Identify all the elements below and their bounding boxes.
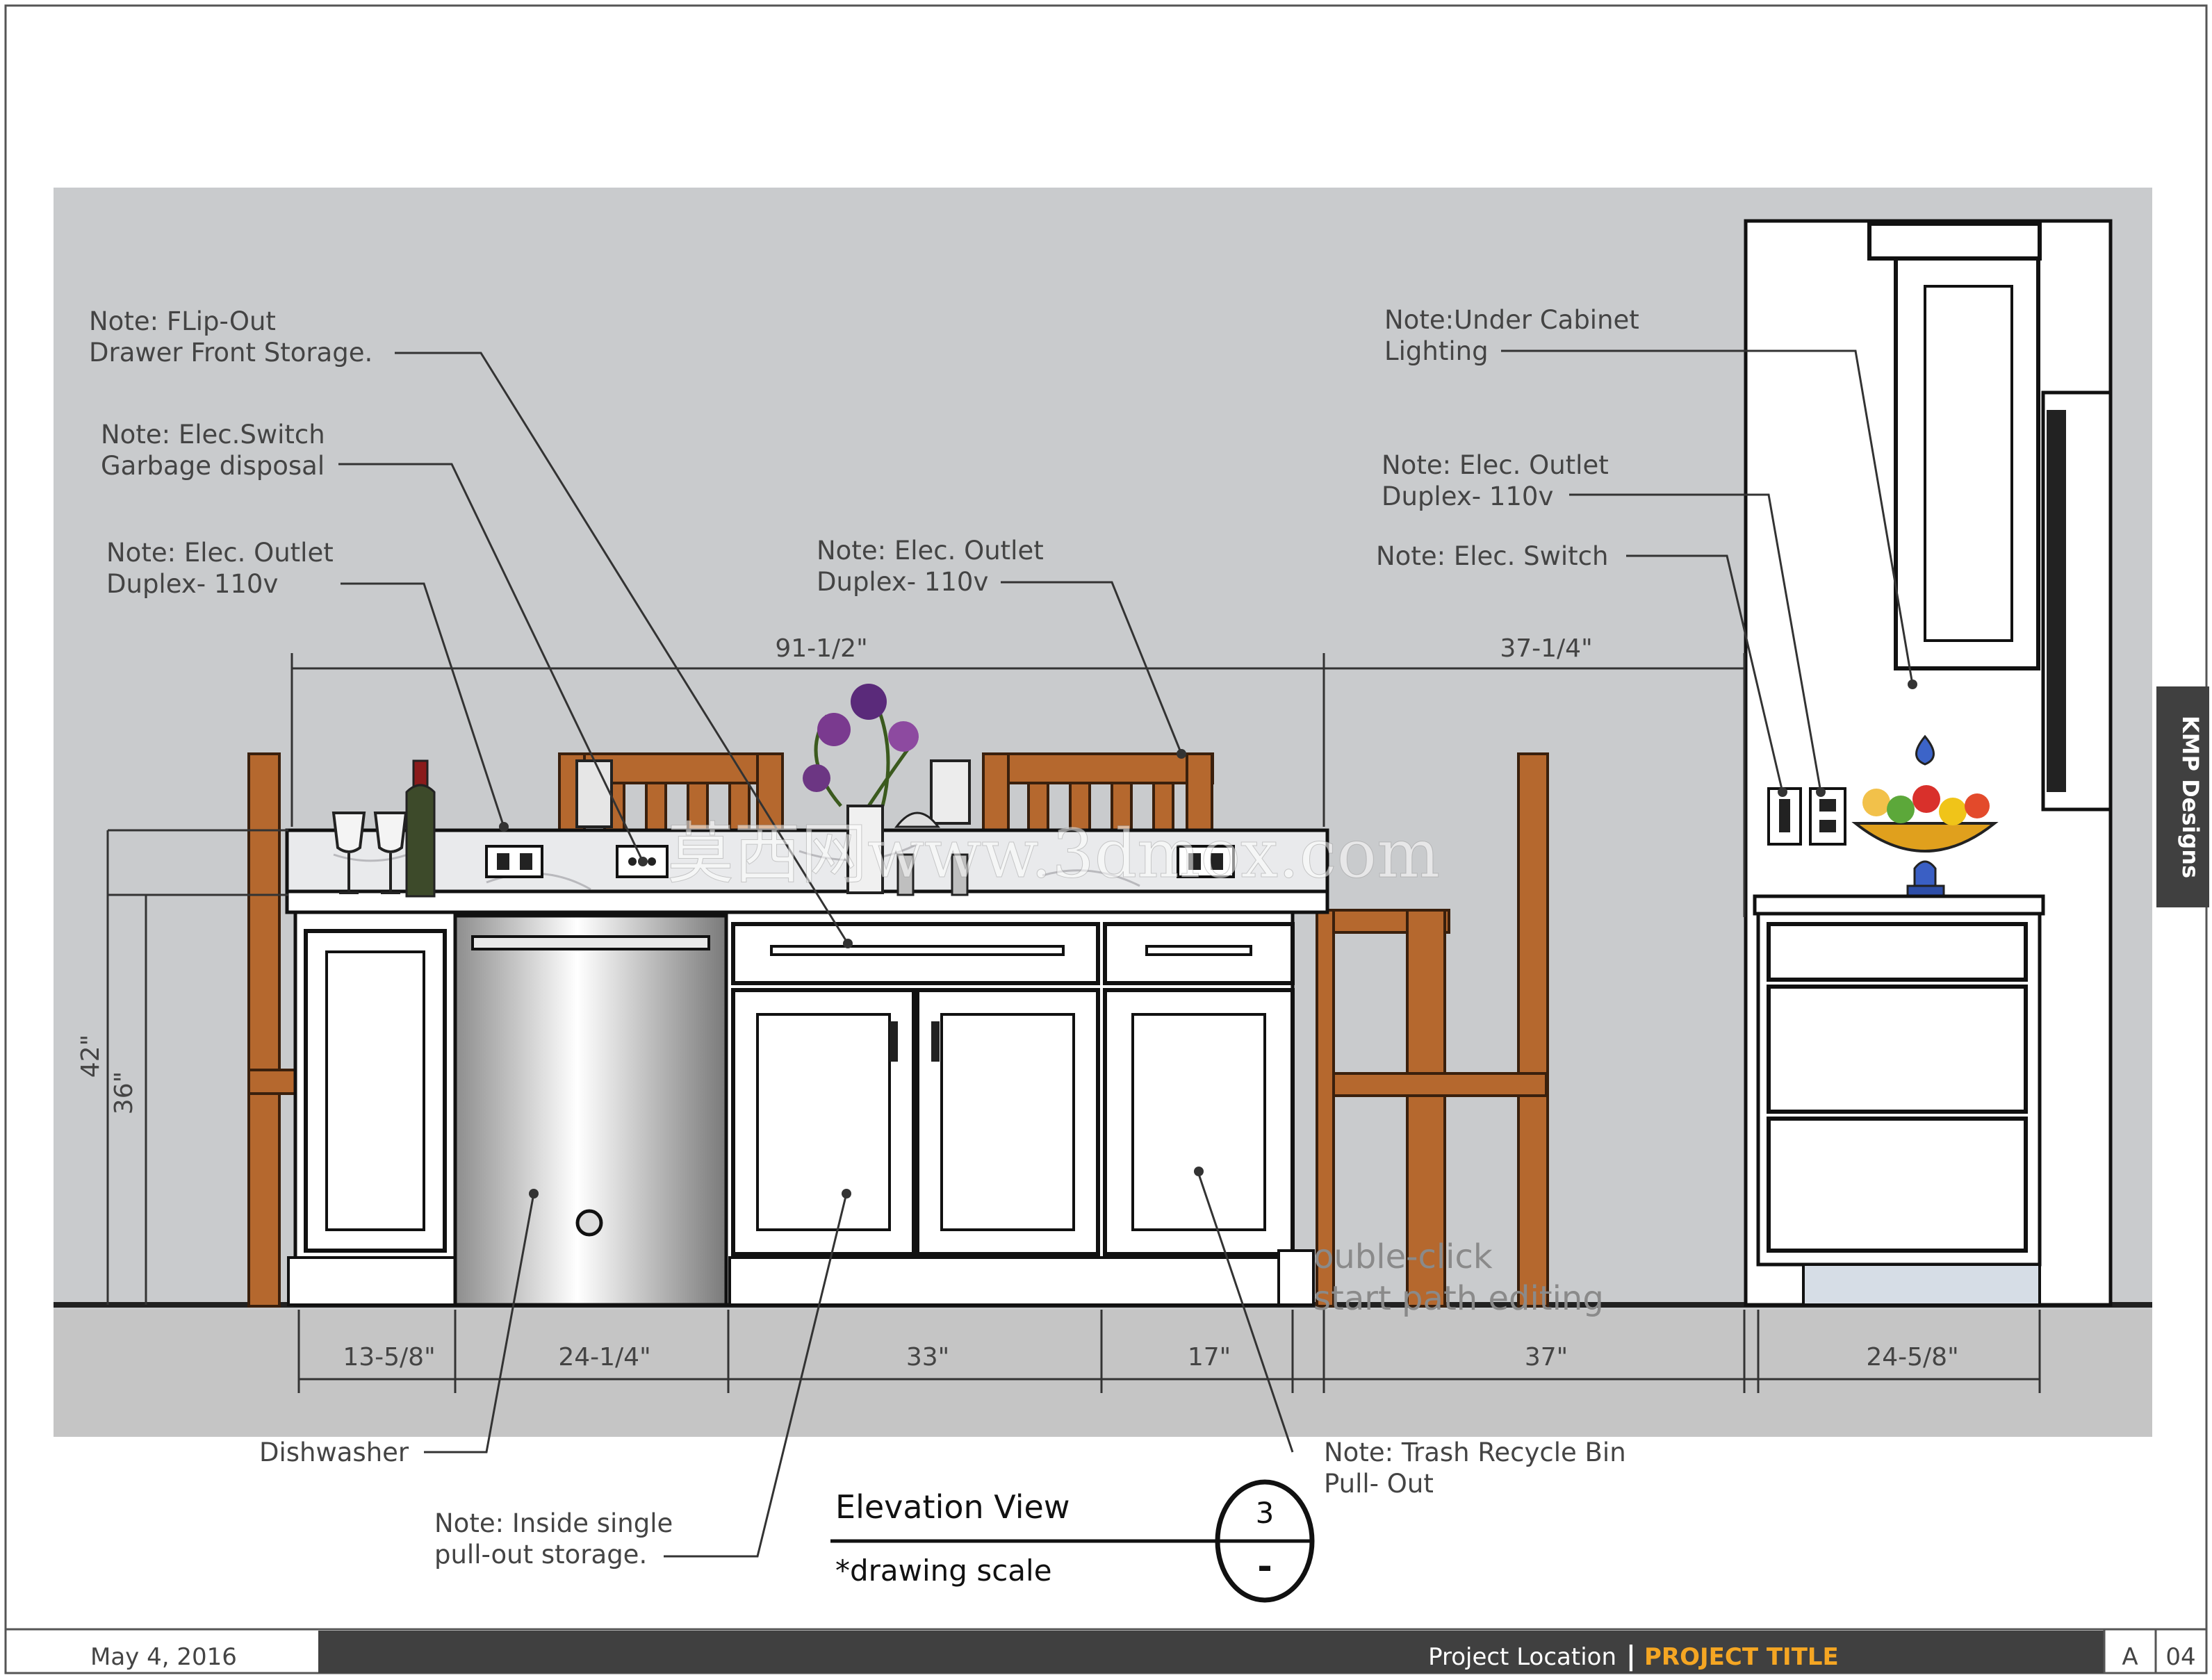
dishwasher-knob (575, 1209, 603, 1237)
note-under-cabinet-line2: Lighting (1384, 336, 1489, 366)
center-drawer-pull (770, 945, 1065, 956)
right-drawer-3 (1767, 1117, 2028, 1253)
toe-kick-left (287, 1256, 464, 1306)
center-door-right (915, 988, 1100, 1256)
dim-top-overall: 91-1/2" (775, 634, 867, 663)
dim-bottom-6: 24-5/8" (1866, 1343, 1958, 1372)
footer-project-title: PROJECT TITLE (1644, 1643, 1839, 1671)
view-scale: *drawing scale (835, 1554, 1052, 1588)
upper-cabinet-crown (1867, 222, 2042, 261)
countertop-edge (285, 889, 1329, 914)
dim-bottom-4: 17" (1188, 1343, 1231, 1372)
note-under-cabinet-line1: Note:Under Cabinet (1384, 305, 1639, 335)
dim-height-36: 36" (110, 1071, 138, 1114)
detail-number: 3 (1256, 1496, 1275, 1530)
footer-project-location: Project Location (1428, 1643, 1616, 1671)
electrical-outlet-right (1809, 787, 1846, 846)
right-drawer-2 (1767, 985, 2028, 1114)
dishwasher-panel (453, 914, 728, 1307)
trash-drawer-pull (1145, 945, 1252, 956)
sink-faucet-glass (575, 759, 613, 828)
note-outlet-center-line1: Note: Elec. Outlet (817, 536, 1044, 566)
elevation-drawing-sheet: Note: FLip-Out Drawer Front Storage. Not… (4, 4, 2209, 1674)
floor-band (54, 1310, 2152, 1437)
note-trash-line1: Note: Trash Recycle Bin (1324, 1438, 1626, 1467)
note-disposal-switch-line2: Garbage disposal (101, 451, 325, 481)
note-outlet-right-line2: Duplex- 110v (1382, 481, 1553, 511)
dim-bottom-2: 24-1/4" (558, 1343, 650, 1372)
footer-sheet-letter: A (2122, 1643, 2138, 1671)
dishwasher-handle (471, 935, 710, 950)
footer-sheet-number: 04 (2165, 1643, 2195, 1671)
door-pull-left (890, 1021, 898, 1062)
note-inside-storage-line1: Note: Inside single (434, 1508, 673, 1538)
note-disposal-switch-line1: Note: Elec.Switch (101, 420, 325, 450)
right-counter-top (1753, 894, 2045, 916)
dim-top-right: 37-1/4" (1500, 634, 1592, 663)
note-outlet-right-line1: Note: Elec. Outlet (1382, 450, 1609, 480)
view-title: Elevation View (835, 1488, 1070, 1526)
electrical-outlet-left (485, 845, 543, 878)
right-toe-kick (1802, 1263, 2041, 1306)
cabinet-foot (1277, 1249, 1315, 1306)
footer-date: May 4, 2016 (90, 1643, 237, 1671)
note-switch-right: Note: Elec. Switch (1376, 541, 1608, 571)
dim-bottom-1: 13-5/8" (343, 1343, 435, 1372)
note-inside-storage-line2: pull-out storage. (434, 1540, 647, 1570)
note-outlet-left-line2: Duplex- 110v (106, 569, 278, 599)
refrigerator-handle (2047, 410, 2066, 792)
note-flip-out-line1: Note: FLip-Out (89, 306, 276, 336)
detail-sheet: - (1257, 1546, 1272, 1588)
path-edit-hint-line1: ouble-click (1313, 1237, 1493, 1276)
note-outlet-center-line2: Duplex- 110v (817, 567, 988, 597)
note-flip-out-line2: Drawer Front Storage. (89, 338, 372, 368)
dim-height-42: 42" (76, 1035, 105, 1078)
note-dishwasher: Dishwasher (259, 1438, 409, 1467)
note-outlet-left-line1: Note: Elec. Outlet (106, 538, 334, 568)
door-pull-right (931, 1021, 940, 1062)
note-trash-line2: Pull- Out (1324, 1469, 1434, 1499)
side-tab-label: KMP Designs (2177, 716, 2204, 878)
right-drawer-1 (1767, 922, 2028, 982)
watermark: 莫西网www.3dmox.com (667, 815, 1440, 893)
dim-bottom-5: 37" (1525, 1343, 1568, 1372)
electrical-switch-right (1767, 787, 1802, 846)
upper-cabinet (1894, 256, 2040, 670)
toe-kick-right (728, 1256, 1301, 1306)
center-door-left (731, 988, 916, 1256)
dim-bottom-3: 33" (906, 1343, 949, 1372)
footer-separator: | (1626, 1640, 1636, 1672)
path-edit-hint-line2: start path editing (1313, 1279, 1604, 1318)
